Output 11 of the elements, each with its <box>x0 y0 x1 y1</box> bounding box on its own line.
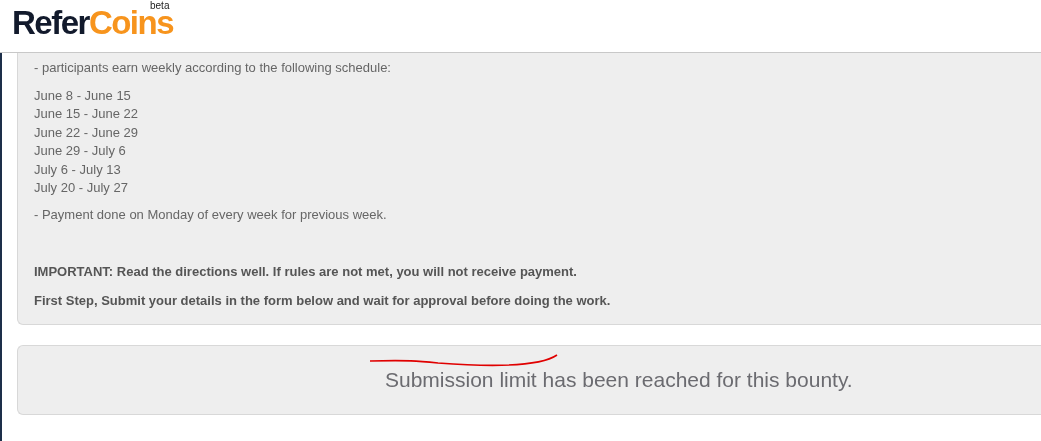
schedule-date-range: July 20 - July 27 <box>34 179 129 198</box>
first-step-instruction: First Step, Submit your details in the form below and wait for approval before doing the work. <box>34 292 612 311</box>
schedule-date-range: June 22 - June 29 <box>34 123 140 142</box>
schedule-date-range: June 15 - June 22 <box>34 105 140 124</box>
schedule-date-range: July 6 - July 13 <box>34 160 122 179</box>
schedule-intro: - participants earn weekly according to the following schedule: <box>34 59 392 77</box>
important-notice: IMPORTANT: Read the directions well. If rules are not met, you will not receive payment. <box>34 263 578 282</box>
status-message: Submission limit has been reached for this bounty. <box>385 368 853 393</box>
schedule-date-range: June 29 - July 6 <box>34 142 127 161</box>
payment-note: - Payment done on Monday of every week for previous week. <box>34 206 388 225</box>
schedule-date-range: June 8 - June 15 <box>34 87 132 105</box>
